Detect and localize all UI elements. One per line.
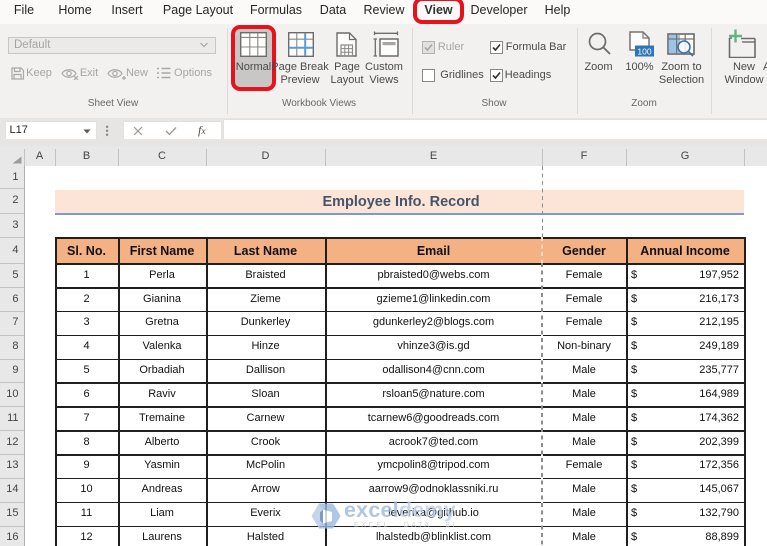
svg-text:100: 100 (637, 46, 651, 56)
